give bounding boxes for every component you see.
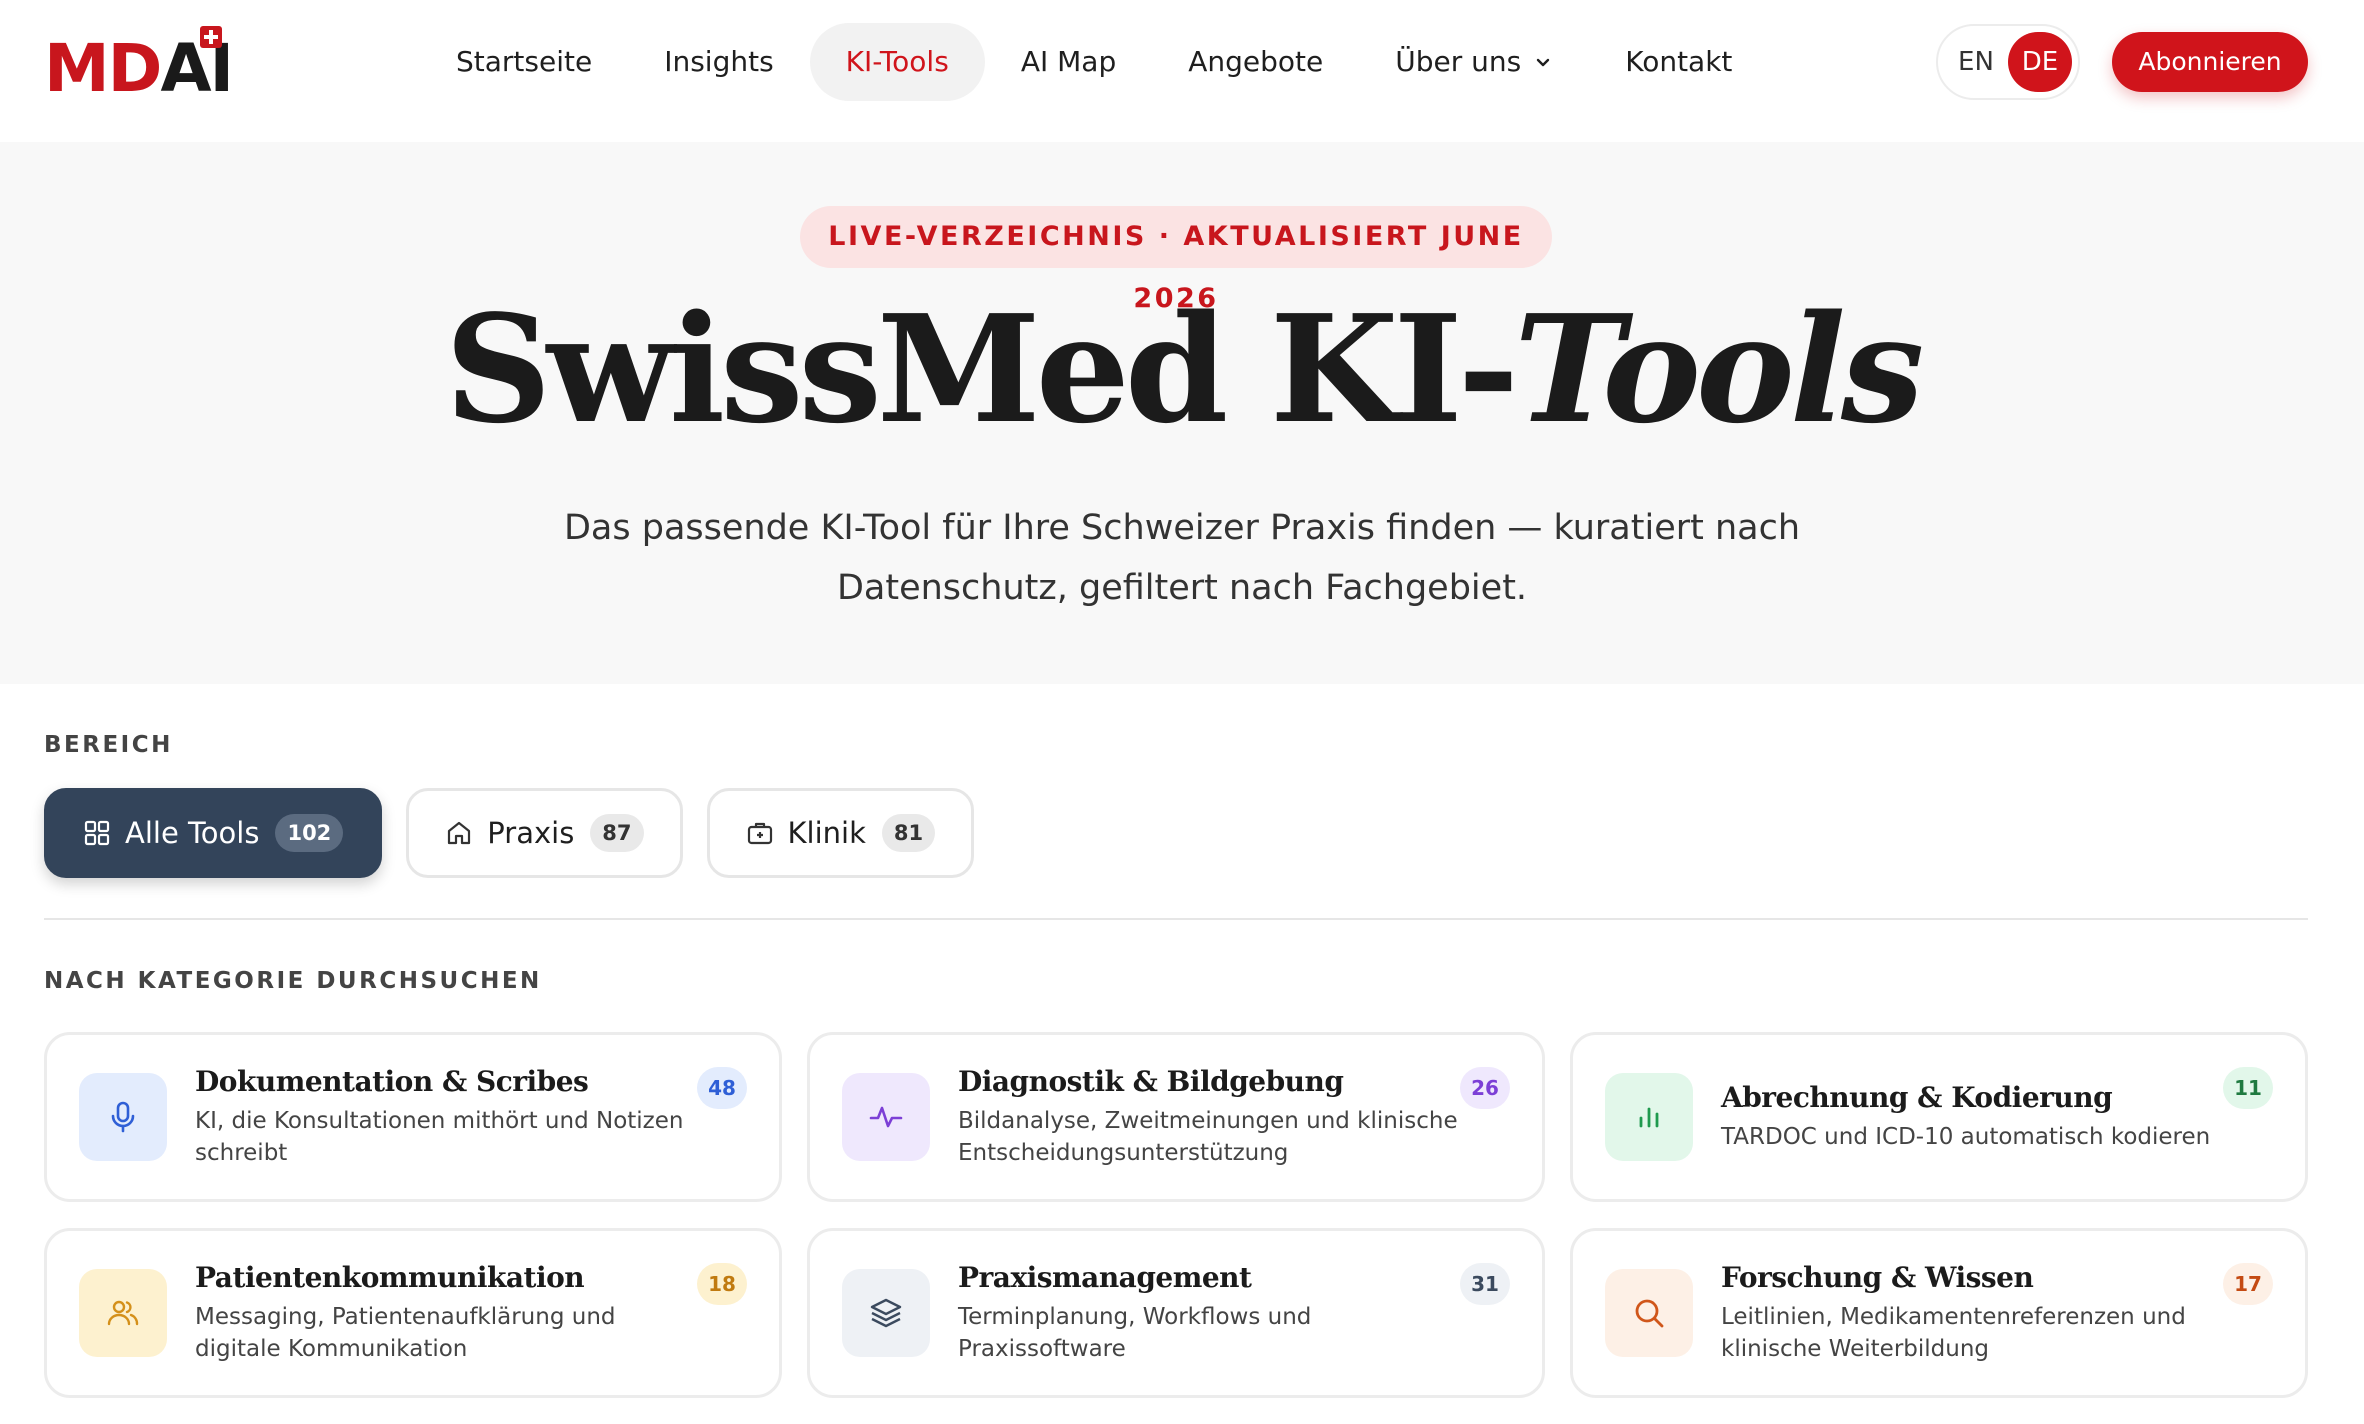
bar-chart-icon: [1639, 1107, 1659, 1128]
nav-startseite[interactable]: Startseite: [420, 23, 628, 101]
kategorie-label: NACH KATEGORIE DURCHSUCHEN: [44, 968, 542, 994]
site-header: MDAI Startseite Insights KI-Tools AI Map…: [0, 0, 2364, 142]
category-card-patientenkommunikation[interactable]: Patientenkommunikation Messaging, Patien…: [44, 1228, 782, 1398]
card-title: Praxismanagement: [958, 1261, 1252, 1294]
card-icon-box: [842, 1269, 930, 1357]
lang-en[interactable]: EN: [1944, 32, 2008, 92]
language-switch: EN DE: [1936, 24, 2080, 100]
nav-ai-map[interactable]: AI Map: [985, 23, 1152, 101]
category-card-forschung[interactable]: Forschung & Wissen Leitlinien, Medikamen…: [1570, 1228, 2308, 1398]
card-title: Forschung & Wissen: [1721, 1261, 2034, 1294]
microphone-icon: [111, 1101, 135, 1133]
nav-ki-tools[interactable]: KI-Tools: [809, 23, 985, 101]
card-title: Diagnostik & Bildgebung: [958, 1065, 1344, 1098]
category-card-abrechnung[interactable]: Abrechnung & Kodierung TARDOC und ICD-10…: [1570, 1032, 2308, 1202]
card-count-badge: 48: [697, 1067, 747, 1109]
logo-md: MD: [44, 30, 162, 107]
card-count-badge: 26: [1460, 1067, 1510, 1109]
filter-count: 87: [590, 814, 644, 852]
card-icon-box: [79, 1073, 167, 1161]
section-divider: [44, 918, 2308, 920]
activity-icon: [869, 1106, 903, 1128]
card-count-badge: 18: [697, 1263, 747, 1305]
lang-de[interactable]: DE: [2008, 32, 2072, 92]
search-icon: [1635, 1299, 1664, 1328]
title-italic: Tools: [1514, 282, 1924, 456]
bereich-label: BEREICH: [44, 732, 173, 758]
filter-klinik[interactable]: Klinik 81: [706, 788, 975, 878]
filter-alle-tools[interactable]: Alle Tools 102: [44, 788, 383, 878]
title-main: SwissMed KI-: [444, 282, 1519, 456]
page-title: SwissMed KI-Tools: [0, 291, 2364, 447]
category-card-praxismanagement[interactable]: Praxismanagement Terminplanung, Workflow…: [807, 1228, 1545, 1398]
filter-praxis[interactable]: Praxis 87: [406, 788, 683, 878]
card-icon-box: [1605, 1073, 1693, 1161]
card-desc: TARDOC und ICD-10 automatisch kodieren: [1721, 1124, 2211, 1150]
card-icon-box: [842, 1073, 930, 1161]
home-icon: [448, 821, 471, 845]
hero: LIVE-VERZEICHNIS · AKTUALISIERT JUNE 202…: [0, 142, 2364, 684]
category-grid: Dokumentation & Scribes KI, die Konsulta…: [44, 1032, 2308, 1398]
card-desc: Messaging, Patientenaufklärung und digit…: [195, 1304, 616, 1362]
card-desc: Terminplanung, Workflows und Praxissoftw…: [958, 1304, 1312, 1362]
subscribe-button[interactable]: Abonnieren: [2112, 32, 2308, 92]
main-nav: Startseite Insights KI-Tools AI Map Ange…: [420, 22, 1768, 102]
chevron-down-icon: [1537, 58, 1550, 67]
card-title: Abrechnung & Kodierung: [1721, 1081, 2113, 1114]
hero-subtitle: Das passende KI-Tool für Ihre Schweizer …: [563, 508, 1801, 608]
category-card-dokumentation[interactable]: Dokumentation & Scribes KI, die Konsulta…: [44, 1032, 782, 1202]
swiss-cross-icon: [200, 26, 222, 48]
users-icon: [107, 1300, 139, 1326]
card-desc: Leitlinien, Medikamentenreferenzen und k…: [1721, 1304, 2186, 1362]
grid-icon: [84, 820, 110, 846]
card-title: Patientenkommunikation: [195, 1261, 585, 1294]
filter-label: Praxis: [487, 816, 575, 850]
card-title: Dokumentation & Scribes: [195, 1065, 589, 1098]
nav-kontakt[interactable]: Kontakt: [1589, 23, 1768, 101]
logo[interactable]: MDAI: [44, 26, 234, 102]
nav-insights[interactable]: Insights: [628, 23, 809, 101]
category-card-diagnostik[interactable]: Diagnostik & Bildgebung Bildanalyse, Zwe…: [807, 1032, 1545, 1202]
nav-ueber-uns-label: Über uns: [1395, 45, 1522, 78]
card-icon-box: [79, 1269, 167, 1357]
bereich-filter: Alle Tools 102 Praxis 87 Klinik 81: [44, 788, 975, 878]
card-desc: Bildanalyse, Zweitmeinungen und klinisch…: [958, 1108, 1458, 1166]
briefcase-icon: [747, 822, 772, 845]
filter-count: 102: [275, 814, 344, 852]
filter-label: Alle Tools: [125, 816, 260, 850]
layers-icon: [870, 1298, 902, 1328]
card-icon-box: [1605, 1269, 1693, 1357]
live-badge: LIVE-VERZEICHNIS · AKTUALISIERT JUNE 202…: [800, 206, 1552, 314]
filter-count: 81: [881, 814, 936, 852]
card-count-badge: 11: [2223, 1067, 2273, 1109]
nav-ueber-uns[interactable]: Über uns: [1359, 23, 1589, 101]
card-desc: KI, die Konsultationen mithört und Notiz…: [195, 1108, 684, 1166]
card-count-badge: 17: [2223, 1263, 2273, 1305]
filter-label: Klinik: [787, 816, 866, 850]
card-count-badge: 31: [1460, 1263, 1510, 1305]
nav-angebote[interactable]: Angebote: [1152, 23, 1359, 101]
